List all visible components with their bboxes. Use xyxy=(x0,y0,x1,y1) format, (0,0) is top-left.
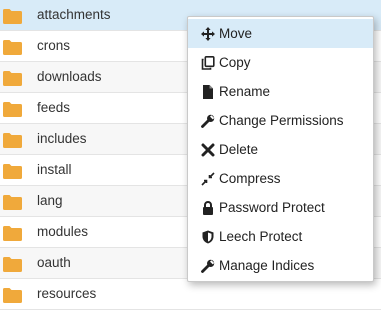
menu-item-label: Password Protect xyxy=(219,200,325,215)
file-name[interactable]: resources xyxy=(37,279,96,308)
context-menu: Move Copy Rename Change Permissions Dele… xyxy=(187,16,374,282)
file-name[interactable]: install xyxy=(37,155,72,184)
menu-item-password-protect[interactable]: Password Protect xyxy=(188,193,373,222)
file-name[interactable]: attachments xyxy=(37,0,111,29)
menu-item-label: Delete xyxy=(219,142,259,157)
file-name[interactable]: includes xyxy=(37,124,87,153)
folder-icon xyxy=(3,102,22,117)
folder-icon xyxy=(3,257,22,272)
menu-item-label: Compress xyxy=(219,171,281,186)
menu-item-leech-protect[interactable]: Leech Protect xyxy=(188,222,373,251)
file-name[interactable]: crons xyxy=(37,31,70,60)
menu-item-move[interactable]: Move xyxy=(188,19,373,48)
file-icon xyxy=(201,84,215,99)
folder-icon xyxy=(3,133,22,148)
copy-icon xyxy=(201,55,215,70)
menu-item-change-permissions[interactable]: Change Permissions xyxy=(188,106,373,135)
folder-icon xyxy=(3,71,22,86)
wrench-icon xyxy=(201,114,215,128)
menu-item-compress[interactable]: Compress xyxy=(188,164,373,193)
file-row-resources[interactable]: resources xyxy=(0,279,381,310)
file-name[interactable]: lang xyxy=(37,186,63,215)
lock-icon xyxy=(201,200,215,215)
menu-item-label: Copy xyxy=(219,55,251,70)
folder-icon xyxy=(3,9,22,24)
file-name[interactable]: feeds xyxy=(37,93,70,122)
move-arrows-icon xyxy=(201,26,215,41)
folder-icon xyxy=(3,226,22,241)
file-name[interactable]: downloads xyxy=(37,62,102,91)
menu-item-label: Move xyxy=(219,26,253,41)
folder-icon xyxy=(3,195,22,210)
file-name[interactable]: oauth xyxy=(37,248,71,277)
menu-item-label: Rename xyxy=(219,84,271,99)
menu-item-delete[interactable]: Delete xyxy=(188,135,373,164)
wrench-icon xyxy=(201,259,215,273)
file-name[interactable]: modules xyxy=(37,217,88,246)
folder-icon xyxy=(3,164,22,179)
menu-item-label: Manage Indices xyxy=(219,258,315,273)
menu-item-label: Leech Protect xyxy=(219,229,303,244)
menu-item-manage-indices[interactable]: Manage Indices xyxy=(188,251,373,280)
menu-item-rename[interactable]: Rename xyxy=(188,77,373,106)
folder-icon xyxy=(3,40,22,55)
menu-item-copy[interactable]: Copy xyxy=(188,48,373,77)
menu-item-label: Change Permissions xyxy=(219,113,344,128)
compress-icon xyxy=(201,171,215,186)
x-icon xyxy=(201,143,215,157)
shield-icon xyxy=(201,230,215,244)
